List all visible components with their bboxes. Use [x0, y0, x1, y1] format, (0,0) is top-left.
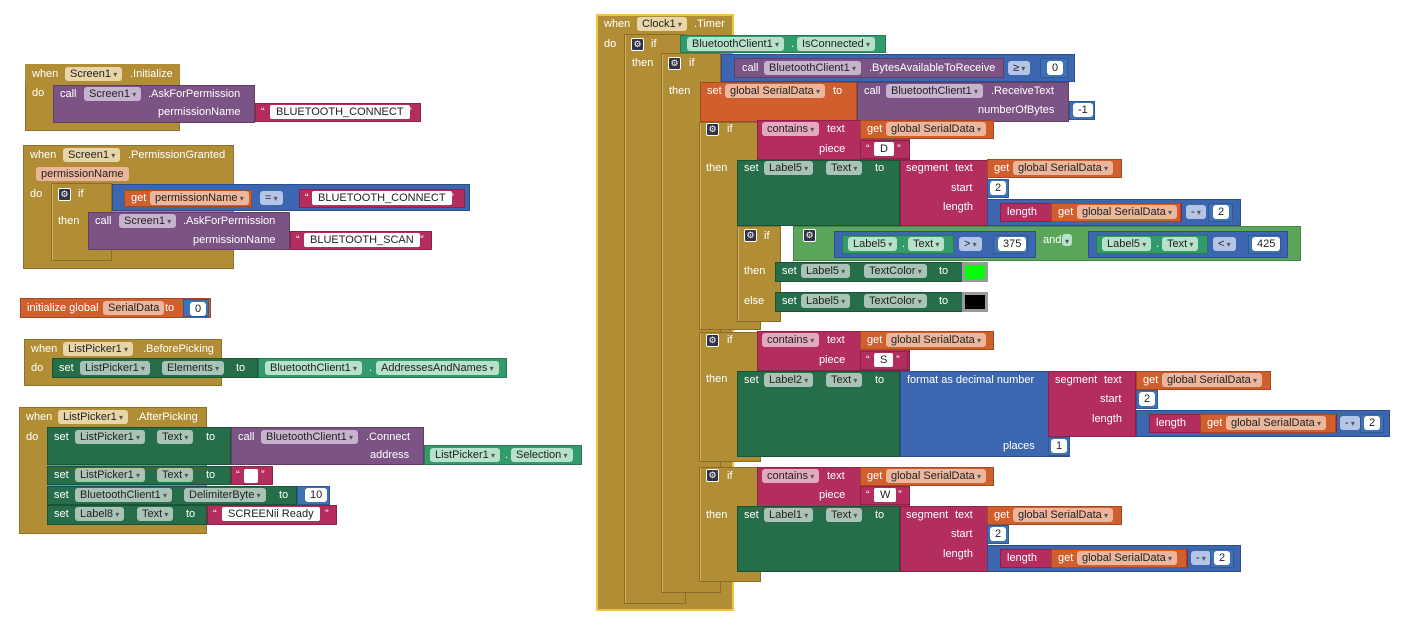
kw-do: do — [32, 87, 45, 99]
number-value[interactable]: 0 — [190, 302, 207, 316]
gear-icon[interactable]: ⚙ — [803, 229, 816, 242]
gear-icon[interactable]: ⚙ — [706, 469, 719, 482]
screen1-dropdown[interactable]: Screen1 — [84, 87, 142, 101]
gear-icon[interactable]: ⚙ — [668, 57, 681, 70]
gear-icon[interactable]: ⚙ — [706, 123, 719, 136]
permission-value[interactable]: BLUETOOTH_CONNECT — [270, 105, 410, 119]
param-permissionname: permissionName — [158, 106, 241, 118]
compare-op[interactable]: = — [260, 191, 283, 205]
kw-when: when — [32, 68, 59, 80]
screen1-dropdown[interactable]: Screen1 — [65, 67, 123, 81]
gear-icon[interactable]: ⚙ — [631, 38, 644, 51]
gear-icon[interactable]: ⚙ — [744, 229, 757, 242]
color-green-swatch[interactable] — [965, 265, 985, 279]
empty-string[interactable] — [244, 469, 258, 483]
event-initialize: .Initialize — [130, 68, 173, 80]
color-black-swatch[interactable] — [965, 295, 985, 309]
kw-call: call — [60, 88, 77, 100]
param-permissionname[interactable]: permissionName — [36, 167, 129, 181]
blocks-workspace[interactable]: when Screen1 .Initialize do call Screen1… — [0, 0, 1403, 628]
var-name[interactable]: SerialData — [103, 301, 165, 315]
gear-icon[interactable]: ⚙ — [58, 188, 71, 201]
gear-icon[interactable]: ⚙ — [706, 334, 719, 347]
event-permissiongranted: .PermissionGranted — [128, 149, 226, 161]
method-askpermission: .AskForPermission — [148, 88, 241, 100]
